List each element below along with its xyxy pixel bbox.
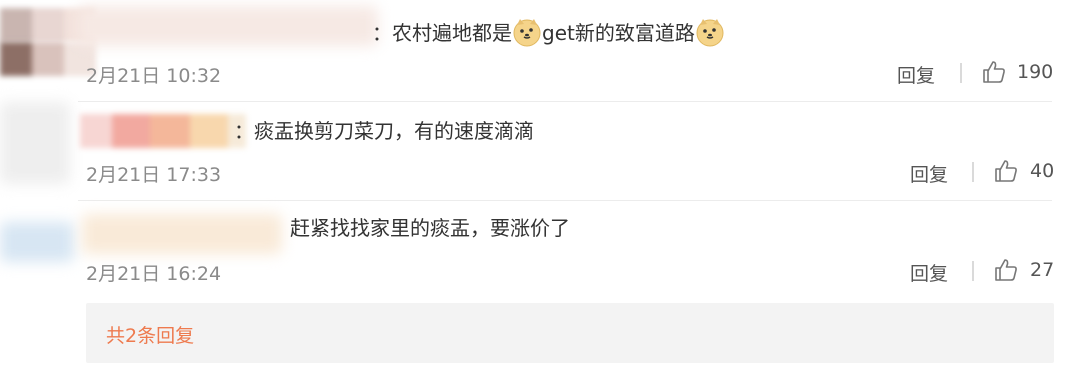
comment-item: ：痰盂换剪刀菜刀，有的速度滴滴 2月21日 17:33 回复 40 bbox=[0, 100, 1080, 200]
avatar-lower bbox=[0, 42, 96, 76]
reply-summary-box: 共2条回复 bbox=[86, 303, 1054, 363]
reply-button[interactable]: 回复 bbox=[910, 160, 948, 187]
thumbs-up-icon[interactable] bbox=[993, 257, 1019, 283]
comment-timestamp: 2月21日 10:32 bbox=[86, 65, 222, 87]
view-replies-link[interactable]: 共2条回复 bbox=[106, 321, 194, 348]
like-count: 190 bbox=[1017, 61, 1054, 83]
like-count: 27 bbox=[1030, 259, 1055, 281]
divider bbox=[972, 162, 974, 182]
comment-item: 赶紧找找家里的痰盂，要涨价了 2月21日 16:24 回复 27 bbox=[0, 200, 1080, 300]
reply-button[interactable]: 回复 bbox=[897, 61, 935, 88]
reply-button[interactable]: 回复 bbox=[910, 259, 948, 286]
thumbs-up-icon[interactable] bbox=[981, 59, 1007, 85]
username-obscured[interactable] bbox=[78, 6, 378, 46]
thumbs-up-icon[interactable] bbox=[993, 158, 1019, 184]
comment-item: ：农村遍地都是 get新的致富道路 2月21日 10:32 回复 190 bbox=[0, 0, 1080, 100]
comment-text: ：痰盂换剪刀菜刀，有的速度滴滴 bbox=[234, 119, 534, 143]
doge-face-icon bbox=[696, 19, 724, 47]
username-obscured[interactable] bbox=[82, 214, 282, 254]
divider bbox=[960, 63, 962, 83]
comment-text: ：农村遍地都是 get新的致富道路 bbox=[372, 17, 725, 47]
avatar[interactable] bbox=[0, 102, 70, 184]
comment-timestamp: 2月21日 16:24 bbox=[86, 263, 222, 285]
username-obscured[interactable] bbox=[80, 114, 246, 148]
doge-face-icon bbox=[513, 19, 541, 47]
like-count: 40 bbox=[1030, 160, 1055, 182]
avatar[interactable] bbox=[0, 222, 74, 262]
comment-timestamp: 2月21日 17:33 bbox=[86, 164, 222, 186]
comment-text: 赶紧找找家里的痰盂，要涨价了 bbox=[290, 216, 570, 240]
divider bbox=[972, 261, 974, 281]
